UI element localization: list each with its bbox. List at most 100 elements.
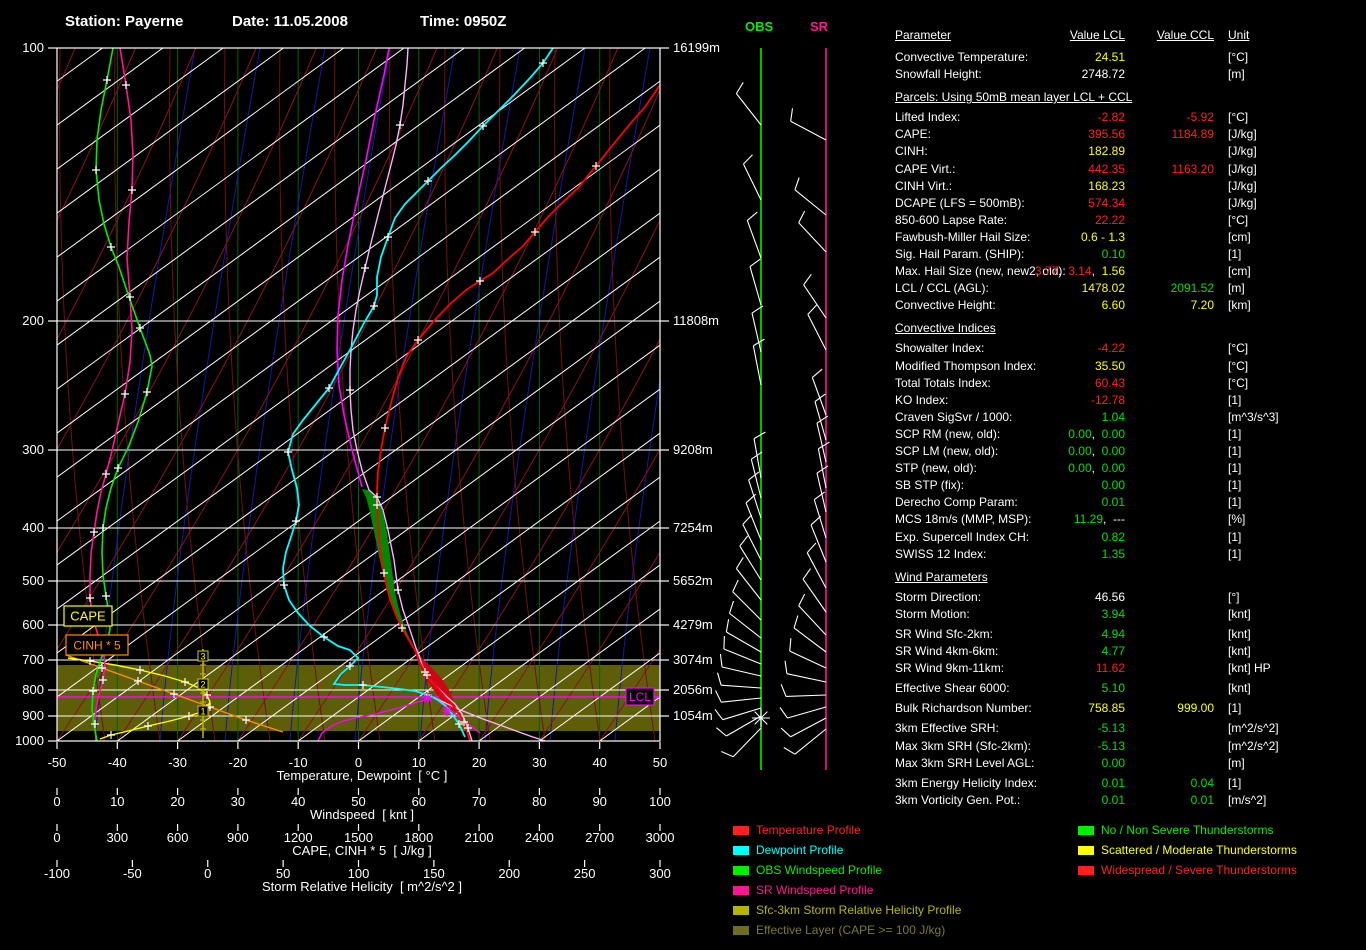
param-unit: [°C] <box>1228 51 1248 63</box>
param-unit: [°] <box>1228 591 1239 603</box>
pressure-axis-label: 1000 <box>4 734 44 747</box>
pressure-axis-label: 300 <box>4 443 44 456</box>
param-value-lcl: 1.35 <box>975 548 1125 560</box>
legend-label: No / Non Severe Thunderstorms <box>1101 824 1274 836</box>
param-value-segment: 0.00 <box>1068 461 1091 475</box>
param-unit: [m^3/s^3] <box>1228 411 1279 423</box>
profile-point-marker <box>284 448 292 456</box>
param-unit: [cm] <box>1228 231 1251 243</box>
param-value-lcl: 0.82 <box>975 531 1125 543</box>
date-label: Date: 11.05.2008 <box>232 14 348 29</box>
wind-barb <box>807 553 826 588</box>
wind-barb-flag <box>803 569 810 580</box>
param-unit: [1] <box>1228 777 1241 789</box>
param-unit: [°C] <box>1228 214 1248 226</box>
param-value-ccl: 0.04 <box>1124 777 1214 789</box>
param-value-lcl: 11.62 <box>975 662 1125 674</box>
wind-barb <box>799 223 826 252</box>
axis-tick-label: 0 <box>53 795 60 808</box>
axis-tick-label: 2100 <box>465 831 494 844</box>
param-unit: [knt] <box>1228 645 1251 657</box>
altitude-axis-label: 9208m <box>673 443 713 456</box>
wind-barb <box>724 649 761 664</box>
param-value-segment: -5.92 <box>1187 110 1214 124</box>
legend-swatch <box>733 866 749 875</box>
obs-column-header: OBS <box>745 20 773 33</box>
param-unit: [1] <box>1228 445 1241 457</box>
axis-tick-label: 0 <box>204 867 211 880</box>
table-header-value-lcl: Value LCL <box>1057 29 1125 41</box>
table-section-header: Wind Parameters <box>895 571 988 583</box>
legend-swatch <box>733 926 749 935</box>
wind-barb-flag <box>795 178 799 190</box>
axis-tick-label: 250 <box>574 867 596 880</box>
pressure-axis-label: 900 <box>4 709 44 722</box>
param-value-lcl: 2748.72 <box>975 68 1125 80</box>
table-header-parameter: Parameter <box>895 29 951 41</box>
wind-barb-flag <box>743 515 752 525</box>
wind-barb-flag <box>729 601 733 613</box>
profile-point-marker <box>121 390 129 398</box>
param-value-segment: 182.89 <box>1088 144 1125 158</box>
param-value-segment: 6.60 <box>1102 298 1125 312</box>
param-value-lcl: 24.51 <box>975 51 1125 63</box>
param-value-lcl: 0.00 <box>975 479 1125 491</box>
param-value-lcl: 0.00 <box>975 757 1125 769</box>
skewed-isotherm-line <box>0 48 283 741</box>
axis-tick-label: 50 <box>653 756 667 769</box>
param-value-lcl: 758.85 <box>975 702 1125 714</box>
param-unit: [1] <box>1228 462 1241 474</box>
wind-barb-flag <box>754 432 765 439</box>
param-value-lcl: 4.77 <box>975 645 1125 657</box>
lcl-inplot-label: LCL <box>629 690 651 704</box>
pressure-axis-label: 200 <box>4 314 44 327</box>
axis-title: Windspeed [ knt ] <box>310 808 414 821</box>
axis-tick-label: 30 <box>231 795 245 808</box>
axis-tick-label: 80 <box>532 795 546 808</box>
axis-tick-label: -30 <box>168 756 187 769</box>
axis-title: CAPE, CINH * 5 [ J/kg ] <box>292 844 431 857</box>
table-section-header: Convective Indices <box>895 322 996 334</box>
axis-tick-label: 20 <box>472 756 486 769</box>
param-value-lcl: -12.78 <box>975 394 1125 406</box>
moist-adiabat-line <box>500 48 545 741</box>
legend-label: Temperature Profile <box>756 824 861 836</box>
skewed-isotherm-line <box>359 48 1309 741</box>
profile-point-marker <box>103 76 111 84</box>
km-marker-label: 1 <box>200 707 205 717</box>
axis-tick-label: 0 <box>53 831 60 844</box>
dry-adiabat-line <box>479 48 859 741</box>
legend-label: Widespread / Severe Thunderstorms <box>1101 864 1297 876</box>
param-value-segment: 0.00 <box>1102 427 1125 441</box>
skewt-chart-canvas: 321CAPECINH * 5LCL <box>0 0 1366 950</box>
axis-tick-label: -50 <box>48 756 67 769</box>
param-value-segment: 11.62 <box>1096 661 1125 675</box>
profile-point-marker <box>114 464 122 472</box>
skewed-isotherm-line <box>0 48 947 741</box>
param-value-segment: 5.10 <box>1102 681 1125 695</box>
dry-adiabat-line <box>0 48 15 741</box>
param-unit: [m/s^2] <box>1228 794 1266 806</box>
wind-barb <box>817 423 826 462</box>
param-value-segment: 0.00 <box>1068 444 1091 458</box>
skewt-grid <box>0 48 1366 741</box>
param-label: STP (new, old): <box>895 462 977 474</box>
param-value-lcl: 574.34 <box>975 197 1125 209</box>
axis-tick-label: -40 <box>108 756 127 769</box>
pressure-axis-label: 800 <box>4 683 44 696</box>
wind-barb-flag <box>750 259 761 267</box>
cape-inplot-label: CAPE <box>70 609 106 624</box>
wind-barb-flag <box>781 684 786 696</box>
moist-adiabat-line <box>280 48 325 741</box>
param-value-segment: -2.82 <box>1098 110 1125 124</box>
param-label: CAPE: <box>895 128 931 140</box>
legend-label: Effective Layer (CAPE >= 100 J/kg) <box>756 924 945 936</box>
wind-barb <box>753 346 761 385</box>
param-value-lcl: 0.01 <box>975 777 1125 789</box>
dry-adiabat-line <box>0 48 75 741</box>
param-unit: [1] <box>1228 548 1241 560</box>
param-value-ccl: 1163.20 <box>1124 163 1214 175</box>
param-label: KO Index: <box>895 394 948 406</box>
station-label: Station: Payerne <box>65 14 183 29</box>
param-label: CAPE Virt.: <box>895 163 955 175</box>
